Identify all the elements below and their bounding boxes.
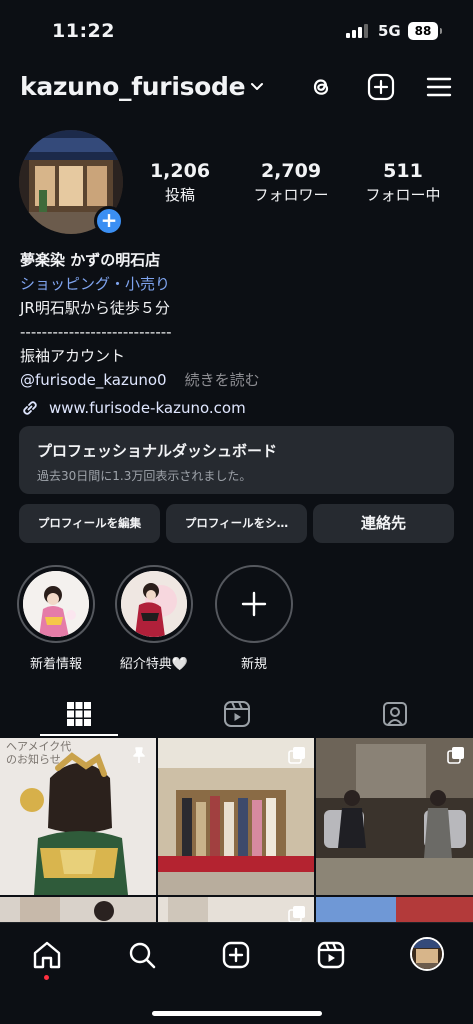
reels-nav-icon[interactable] <box>315 939 347 971</box>
dashboard-title: プロフェッショナルダッシュボード <box>37 442 278 460</box>
highlight-ring <box>17 565 95 643</box>
read-more-link[interactable]: 続きを読む <box>185 371 260 389</box>
bio-line: JR明石駅から徒歩５分 <box>20 299 170 317</box>
website-url: www.furisode-kazuno.com <box>49 399 246 417</box>
profile-nav-avatar[interactable] <box>410 937 444 971</box>
mention-link[interactable]: @furisode_kazuno0 <box>20 371 167 389</box>
highlight-item[interactable]: 新着情報 <box>16 565 96 672</box>
highlight-label: 新着情報 <box>29 657 82 672</box>
new-highlight-button[interactable]: 新規 <box>214 565 294 672</box>
post-thumbnail[interactable] <box>316 738 473 895</box>
reels-icon <box>223 701 250 727</box>
highlight-ring <box>115 565 193 643</box>
posts-count: 1,206 <box>149 160 211 182</box>
home-indicator <box>152 1011 322 1016</box>
profile-bio: 夢楽染 かずの明石店 ショッピング・小売り JR明石駅から徒歩５分 ------… <box>20 248 460 420</box>
stat-posts[interactable]: 1,206 投稿 <box>146 160 214 205</box>
stat-followers[interactable]: 2,709 フォロワー <box>248 160 334 205</box>
tab-tagged[interactable] <box>316 690 473 738</box>
profile-tabs <box>0 690 473 738</box>
menu-icon[interactable] <box>424 72 454 102</box>
bio-line: 振袖アカウント <box>20 347 126 365</box>
website-link[interactable]: www.furisode-kazuno.com <box>20 396 460 420</box>
tagged-icon <box>382 702 407 726</box>
create-post-icon[interactable] <box>366 72 396 102</box>
threads-icon[interactable] <box>306 72 336 102</box>
chevron-down-icon[interactable] <box>250 80 264 94</box>
tab-reels[interactable] <box>158 690 315 738</box>
contact-button[interactable]: 連絡先 <box>313 504 454 543</box>
posts-grid: ヘアメイク代 のお知らせ <box>0 738 473 924</box>
signal-icon <box>346 24 370 38</box>
create-icon[interactable] <box>220 939 252 971</box>
link-icon <box>23 401 37 415</box>
share-profile-button[interactable]: プロフィールをシ… <box>166 504 307 543</box>
carousel-icon <box>447 747 464 764</box>
add-story-button[interactable]: + <box>94 206 124 236</box>
dashboard-subtitle: 過去30日間に1.3万回表示されました。 <box>37 469 252 483</box>
bio-divider: ---------------------------- <box>20 323 172 341</box>
post-thumbnail[interactable] <box>316 897 473 924</box>
username-switcher[interactable]: kazuno_furisode <box>20 72 246 101</box>
post-thumbnail[interactable] <box>158 897 314 924</box>
highlight-label: 紹介特典🤍 <box>119 657 189 672</box>
highlight-thumbnail <box>121 571 187 637</box>
active-tab-indicator <box>40 734 118 736</box>
category-label[interactable]: ショッピング・小売り <box>20 272 460 296</box>
bottom-navigation <box>0 922 473 1024</box>
status-bar: 11:22 5G 88 <box>0 0 473 60</box>
grid-icon <box>66 702 91 726</box>
highlight-thumbnail <box>23 571 89 637</box>
post-thumbnail[interactable]: ヘアメイク代 のお知らせ <box>0 738 156 895</box>
post-thumbnail[interactable] <box>158 738 314 895</box>
following-count: 511 <box>383 160 423 182</box>
search-icon[interactable] <box>126 939 158 971</box>
followers-label: フォロワー <box>253 186 329 204</box>
carousel-icon <box>288 906 305 923</box>
battery-icon: 88 <box>408 22 442 40</box>
highlight-item[interactable]: 紹介特典🤍 <box>114 565 194 672</box>
tab-posts-grid[interactable] <box>0 690 157 738</box>
profile-header: kazuno_furisode <box>0 66 473 110</box>
pin-icon <box>133 747 145 763</box>
highlight-label: 新規 <box>240 657 267 672</box>
stat-following[interactable]: 511 フォロー中 <box>360 160 446 205</box>
following-label: フォロー中 <box>365 186 441 204</box>
edit-profile-button[interactable]: プロフィールを編集 <box>19 504 160 543</box>
post-thumbnail[interactable] <box>0 897 156 924</box>
followers-count: 2,709 <box>260 160 322 182</box>
notification-dot <box>44 975 49 980</box>
plus-icon <box>241 591 267 617</box>
network-type: 5G <box>378 22 401 40</box>
home-icon[interactable] <box>31 939 63 971</box>
professional-dashboard[interactable]: プロフェッショナルダッシュボード 過去30日間に1.3万回表示されました。 <box>19 426 454 494</box>
new-highlight-ring <box>215 565 293 643</box>
posts-label: 投稿 <box>164 186 195 204</box>
carousel-icon <box>288 747 305 764</box>
post-overlay-text: ヘアメイク代 のお知らせ <box>6 740 72 766</box>
status-time: 11:22 <box>52 20 115 42</box>
display-name: 夢楽染 かずの明石店 <box>20 251 161 269</box>
